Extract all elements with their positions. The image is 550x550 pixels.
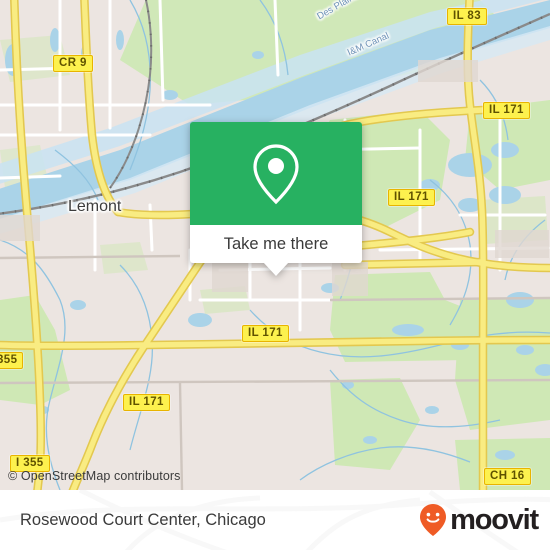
road-shield-il-171-d[interactable]: IL 171 [123, 394, 170, 411]
moovit-wordmark: moovit [450, 503, 539, 536]
road-shield-il-171-b[interactable]: IL 171 [388, 189, 435, 206]
place-label-lemont: Lemont [68, 198, 122, 215]
road-shield-ch-16[interactable]: CH 16 [484, 468, 531, 485]
moovit-logo[interactable]: moovit [418, 503, 539, 537]
take-me-there-button[interactable]: Take me there [190, 225, 362, 263]
road-shield-i-355-a[interactable]: 355 [0, 352, 24, 369]
card-pin-area [190, 122, 362, 225]
road-shield-cr-9[interactable]: CR 9 [53, 55, 93, 72]
road-shield-il-171-a[interactable]: IL 171 [483, 102, 530, 119]
road-shield-il-171-c[interactable]: IL 171 [242, 325, 289, 342]
moovit-pin-smiley-icon [420, 504, 447, 536]
road-shield-il-83[interactable]: IL 83 [447, 8, 487, 25]
card-pointer-arrow [263, 262, 289, 276]
map-screenshot: Lemont Des Plaines River I&M Canal CR 9 … [0, 0, 550, 550]
map-pin-icon [253, 143, 299, 204]
take-me-there-label: Take me there [223, 234, 329, 253]
footer-bar: Rosewood Court Center, Chicago moovit [0, 490, 550, 550]
page-title: Rosewood Court Center, Chicago [20, 510, 266, 529]
take-me-there-card[interactable]: Take me there [190, 122, 362, 276]
osm-attribution[interactable]: © OpenStreetMap contributors [8, 469, 181, 483]
